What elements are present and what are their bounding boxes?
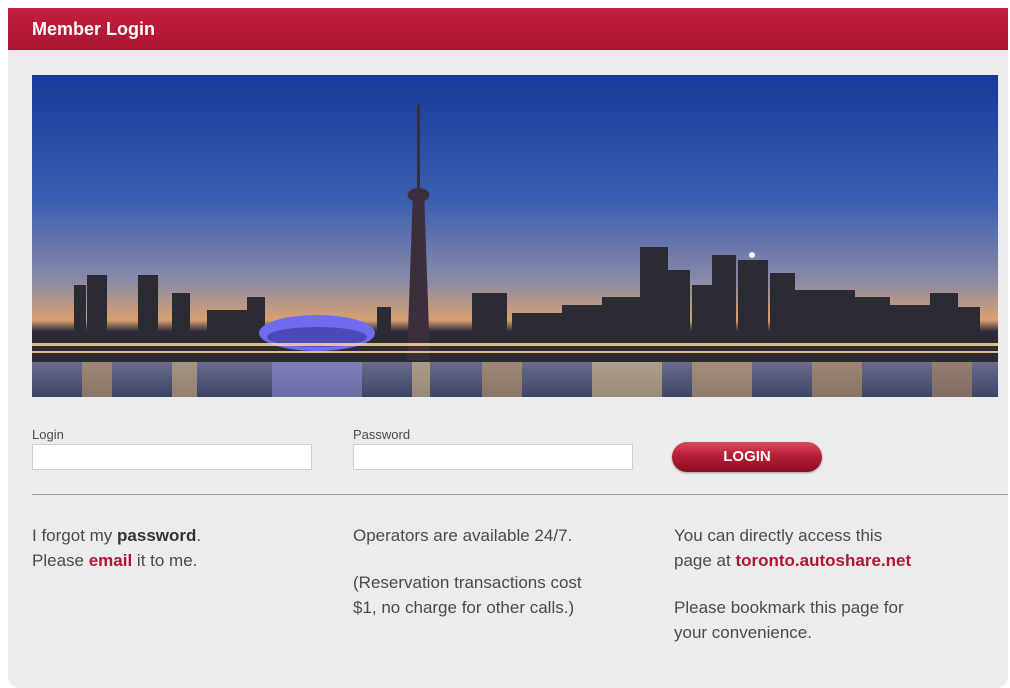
forgot-line-1: I forgot my password. — [32, 526, 202, 545]
bookmark-line-2: your convenience. — [674, 623, 812, 642]
email-password-link[interactable]: email — [89, 551, 132, 570]
panel-header: Member Login — [8, 8, 1008, 50]
reservation-note-line-1: (Reservation transactions cost — [353, 573, 582, 592]
autoshare-url-link[interactable]: toronto.autoshare.net — [735, 551, 911, 570]
member-login-panel: Member Login Login Password LOGIN I forg… — [8, 8, 1008, 688]
operators-section: Operators are available 24/7. (Reservati… — [353, 523, 582, 620]
login-input[interactable] — [32, 444, 312, 470]
password-field-label: Password — [353, 427, 411, 442]
direct-access-section: You can directly access this page at tor… — [674, 523, 911, 645]
forgot-line-2: Please email it to me. — [32, 551, 198, 570]
reservation-note-line-2: $1, no charge for other calls.) — [353, 598, 575, 617]
password-input[interactable] — [353, 444, 633, 470]
bookmark-line-1: Please bookmark this page for — [674, 598, 904, 617]
access-line-2: page at toronto.autoshare.net — [674, 551, 912, 570]
forgot-password-section: I forgot my password. Please email it to… — [32, 523, 201, 573]
login-button[interactable]: LOGIN — [672, 442, 822, 472]
toronto-skyline-image — [32, 75, 998, 397]
password-word: password — [117, 526, 197, 545]
panel-title: Member Login — [32, 19, 156, 39]
operators-text: Operators are available 24/7. — [353, 526, 573, 545]
access-line-1: You can directly access this — [674, 526, 883, 545]
section-divider — [32, 494, 1008, 495]
login-field-label: Login — [32, 427, 64, 442]
